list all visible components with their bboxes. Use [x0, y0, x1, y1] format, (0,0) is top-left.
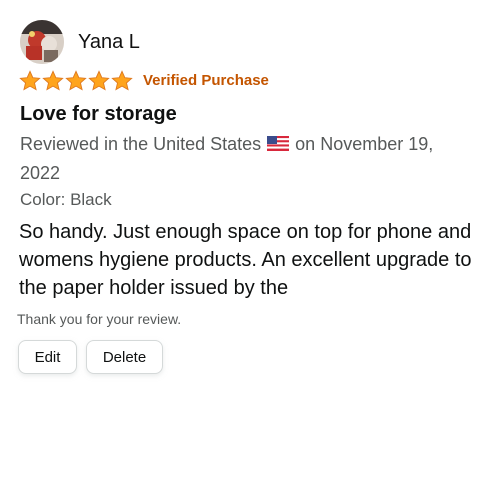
review-meta: Reviewed in the United States on Novembe… [20, 130, 470, 188]
star-rating [19, 70, 133, 92]
star-icon [42, 70, 64, 91]
review-location: Reviewed in the United States [20, 134, 262, 154]
review-body: So handy. Just enough space on top for p… [19, 221, 472, 299]
verified-purchase-badge: Verified Purchase [143, 72, 269, 89]
star-icon [88, 70, 110, 91]
reviewer-name[interactable]: Yana L [78, 30, 140, 54]
delete-button[interactable]: Delete [86, 340, 163, 374]
review-title: Love for storage [20, 103, 177, 125]
star-icon [19, 70, 41, 91]
star-icon [65, 70, 87, 91]
product-variant: Color: Black [20, 190, 112, 209]
thank-you-message: Thank you for your review. [17, 311, 182, 327]
edit-button[interactable]: Edit [18, 340, 77, 374]
reviewer-avatar [20, 20, 64, 64]
star-icon [111, 70, 133, 91]
rating-row: Verified Purchase [19, 68, 269, 94]
us-flag-icon [267, 136, 290, 151]
